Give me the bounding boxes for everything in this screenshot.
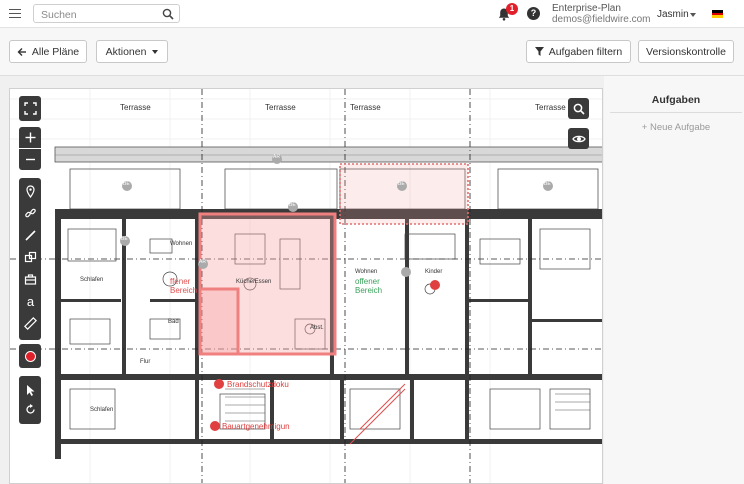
expand-icon [23,102,37,115]
room-label: Terrasse [120,103,151,112]
all-plans-button[interactable]: Alle Pläne [9,40,87,63]
filter-tasks-label: Aufgaben filtern [548,45,623,58]
tag-label: BE [123,181,130,187]
link-tool[interactable] [19,202,41,224]
minus-icon [25,158,35,161]
room-label: Schlafen [90,407,114,413]
chevron-down-icon[interactable] [690,13,696,17]
plan-viewer: Terrasse Terrasse Terrasse Terrasse Wohn… [0,76,604,484]
fit-to-screen-button[interactable] [19,96,41,121]
eye-icon [571,135,586,142]
tag-label: BE [121,236,128,242]
search-input[interactable] [34,6,154,24]
arrow-left-icon [17,47,26,56]
room-label: Wohnen [170,241,193,247]
room-label: Terrasse [265,103,296,112]
room-label: Terrasse [350,103,381,112]
search-icon [573,103,585,115]
notification-badge: 1 [506,3,518,15]
floor-plan[interactable]: Terrasse Terrasse Terrasse Terrasse Wohn… [9,88,603,484]
pen-tool[interactable] [19,224,41,246]
tag-label: AR [199,259,206,265]
ruler-icon [23,316,37,330]
actions-dropdown[interactable]: Aktionen [96,40,168,63]
tasks-panel: Aufgaben + Neue Aufgabe [604,76,744,484]
svg-text:a: a [26,295,34,308]
open-area-right-line2: Bereich [355,286,383,295]
text-icon: a [26,295,34,308]
caret-down-icon [152,49,159,54]
toolbox-icon [24,273,36,285]
open-area-label-left[interactable]: ffener Bereich [170,277,197,295]
open-area-label-right[interactable]: offener Bereich [355,277,382,295]
german-flag-icon[interactable] [712,10,723,18]
select-tool[interactable] [19,376,41,424]
room-label: Terrasse [535,103,566,112]
shape-tool[interactable] [19,246,41,268]
filter-icon [534,47,544,56]
open-area-left-line2: Bereich [170,286,198,295]
search-icon[interactable] [162,8,174,20]
measure-tool[interactable] [19,312,41,334]
room-label: Kinder [425,269,443,275]
new-task-link[interactable]: + Neue Aufgabe [610,122,742,133]
record-button[interactable] [19,344,41,368]
room-label: Küche/Essen [236,279,272,285]
user-email: demos@fieldwire.com [552,14,651,25]
tasks-title: Aufgaben [610,94,742,113]
room-label: Abst. [310,325,324,331]
cursor-icon [26,385,34,396]
visibility-button[interactable] [568,128,589,149]
tag-label: AR [273,154,280,160]
record-icon [24,350,36,362]
search-box[interactable] [33,4,180,24]
room-label: Bad [168,319,179,325]
version-control-label: Versionskontrolle [646,45,726,58]
link-icon [24,208,36,217]
open-area-right-line1: offener [355,277,380,286]
rotate-icon [25,404,35,414]
plan-toolbar: Alle Pläne Aktionen Aufgaben filtern Ver… [0,28,744,76]
pen-icon [24,229,36,241]
tag-label: BE [398,181,405,187]
markup-tool-group: a [19,178,41,340]
toolbox-tool[interactable] [19,268,41,290]
fire-protection-doc-link[interactable]: Brandschutzdoku [227,380,289,389]
room-label: Schlafen [80,277,104,283]
room-label: Flur [140,359,151,365]
tag-label: BE [544,181,551,187]
zoom-in-button[interactable] [19,127,41,148]
filter-tasks-button[interactable]: Aufgaben filtern [526,40,631,63]
room-label: Wohnen [355,269,378,275]
version-control-button[interactable]: Versionskontrolle [638,40,734,63]
plus-icon [25,132,35,143]
shapes-icon [24,251,36,262]
location-pin-icon [25,184,35,198]
help-icon[interactable]: ? [527,7,540,20]
actions-label: Aktionen [105,45,147,58]
tag-label: BE [289,202,296,208]
building-permit-doc-link[interactable]: Bauartgenehmigun [222,422,290,431]
menu-icon[interactable] [8,6,22,20]
plan-search-button[interactable] [568,98,589,119]
floor-plan-drawing [10,89,602,483]
zoom-out-button[interactable] [19,149,41,170]
top-bar: 1 ? Enterprise-Plan demos@fieldwire.com … [0,0,744,28]
plan-name: Enterprise-Plan [552,3,621,14]
user-menu[interactable]: Jasmin [657,9,689,20]
text-tool[interactable]: a [19,290,41,312]
pin-tool[interactable] [19,180,41,202]
open-area-left-line1: ffener [170,277,191,286]
all-plans-label: Alle Pläne [31,45,80,58]
